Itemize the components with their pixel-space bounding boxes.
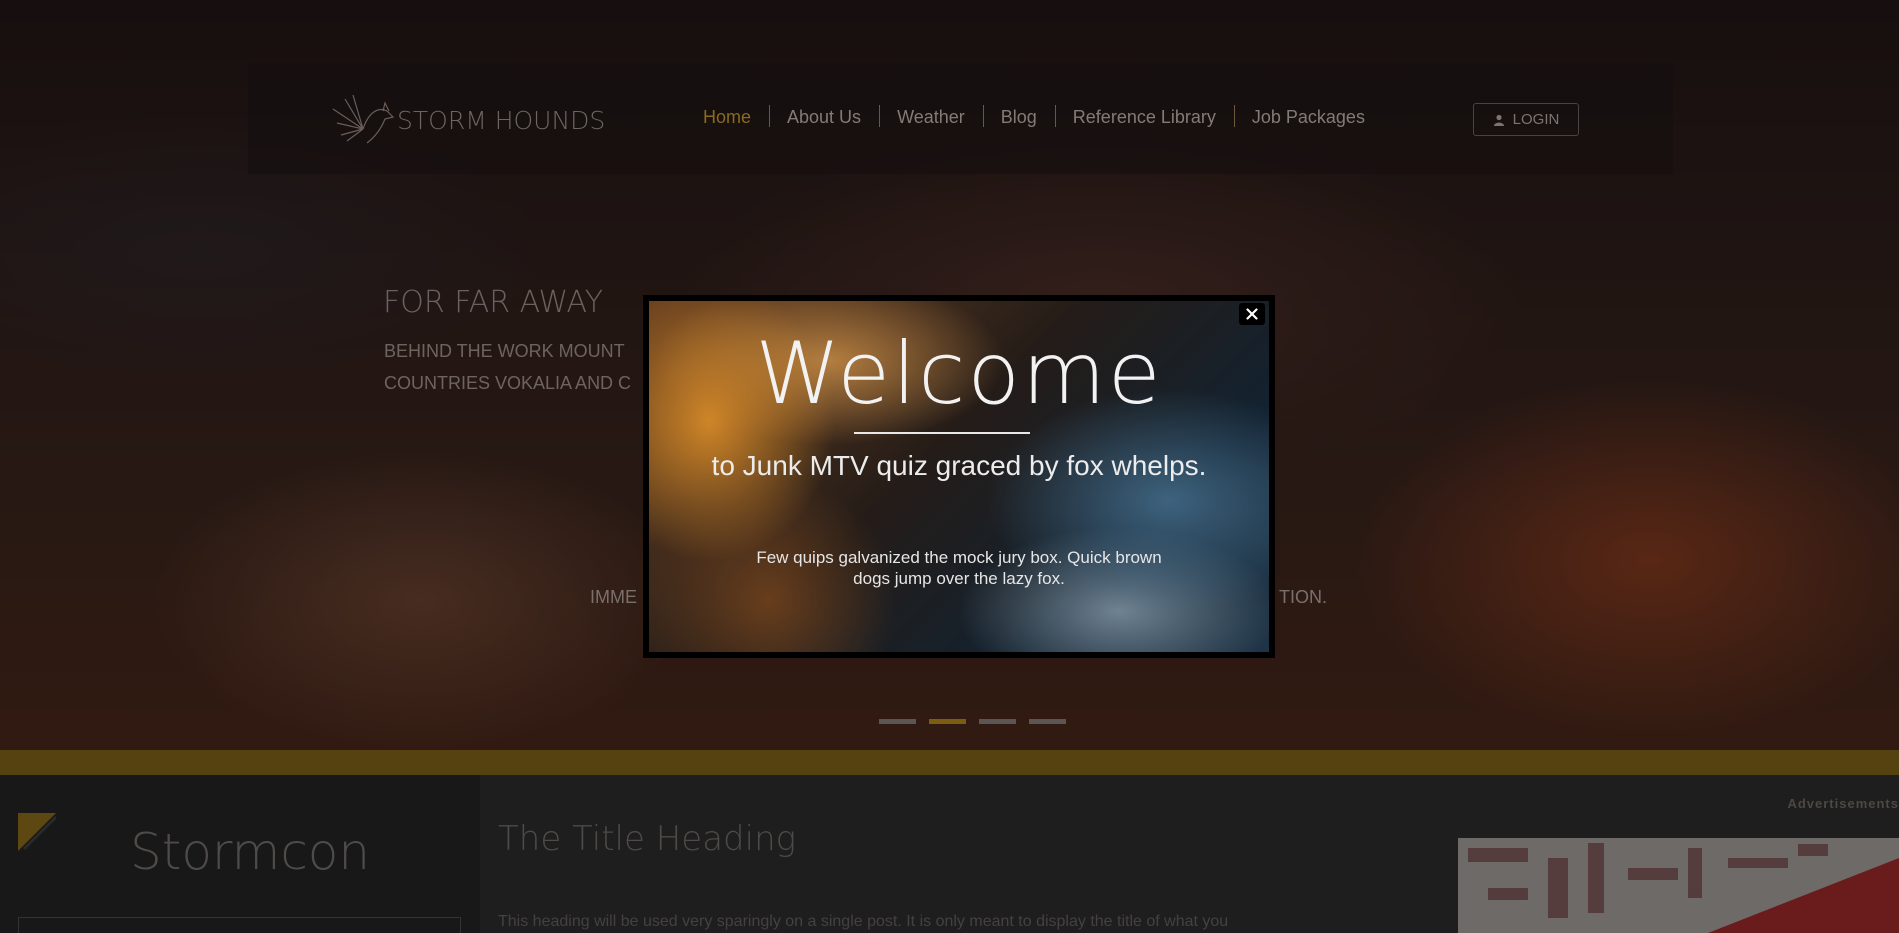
slider-dot-2[interactable]: [929, 719, 966, 724]
nav-item-about-us[interactable]: About Us: [769, 105, 879, 128]
modal-body-line: dogs jump over the lazy fox.: [853, 569, 1065, 588]
hero-sub-line: COUNTRIES VOKALIA AND C: [384, 373, 632, 393]
nav-item-reference-library[interactable]: Reference Library: [1054, 105, 1234, 128]
hero-sub-line: BEHIND THE WORK MOUNT: [384, 341, 625, 361]
sidebar: Stormcon: [0, 775, 480, 933]
navbar: STORM HOUNDS Home About Us Weather Blog …: [248, 63, 1673, 174]
slider-dot-3[interactable]: [979, 719, 1016, 724]
login-button[interactable]: LOGIN: [1473, 103, 1579, 136]
welcome-modal: Welcome to Junk MTV quiz graced by fox w…: [643, 295, 1275, 658]
nav-item-home[interactable]: Home: [685, 107, 769, 128]
brand-name: STORM HOUNDS: [397, 105, 606, 135]
sidebar-search-box[interactable]: [18, 917, 461, 933]
modal-content: Welcome to Junk MTV quiz graced by fox w…: [649, 301, 1269, 652]
modal-body: Few quips galvanized the mock jury box. …: [749, 547, 1169, 589]
ad-graphic: [1458, 838, 1899, 933]
advertisement-image[interactable]: [1458, 838, 1899, 933]
slider-dots: [879, 719, 1066, 724]
corner-triangle-icon: [18, 813, 56, 851]
accent-bar: [0, 750, 1899, 775]
close-icon: [1246, 308, 1258, 320]
main-content: Advertisements The Title Heading This he…: [480, 775, 1899, 933]
hero-heading: FOR FAR AWAY: [383, 285, 604, 320]
slider-dot-1[interactable]: [879, 719, 916, 724]
nav-item-job-packages[interactable]: Job Packages: [1233, 105, 1383, 128]
sidebar-title: Stormcon: [130, 823, 371, 881]
hero-tag-left: IMME: [590, 587, 637, 607]
nav-item-weather[interactable]: Weather: [879, 105, 983, 128]
hound-logo-icon: [332, 94, 395, 144]
slider-dot-4[interactable]: [1029, 719, 1066, 724]
page-title: The Title Heading: [498, 819, 797, 859]
user-icon: [1493, 114, 1504, 126]
modal-subtitle: to Junk MTV quiz graced by fox whelps.: [711, 450, 1207, 481]
hero-subheading: BEHIND THE WORK MOUNT COUNTRIES VOKALIA …: [384, 335, 684, 399]
close-button[interactable]: [1239, 303, 1265, 325]
hero-tag-right: TION.: [1279, 587, 1327, 607]
ads-label: Advertisements: [1787, 796, 1899, 811]
modal-body-line: Few quips galvanized the mock jury box. …: [756, 548, 1162, 567]
main-nav: Home About Us Weather Blog Reference Lib…: [685, 105, 1383, 128]
modal-title: Welcome: [755, 324, 1163, 424]
body-text: This heading will be used very sparingly…: [498, 913, 1229, 930]
login-label: LOGIN: [1512, 111, 1560, 128]
nav-item-blog[interactable]: Blog: [982, 105, 1055, 128]
brand[interactable]: STORM HOUNDS: [323, 89, 605, 151]
modal-divider: [854, 432, 1030, 434]
